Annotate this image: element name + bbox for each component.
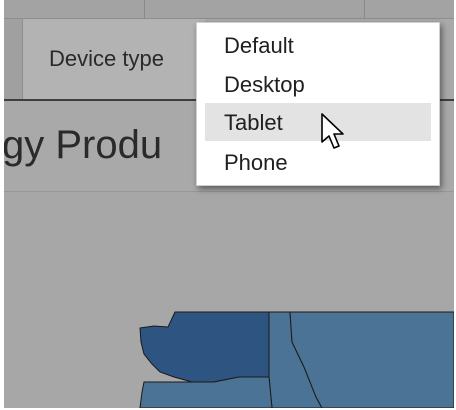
menu-item-label: Default: [224, 33, 294, 58]
toolbar-left-segment: [4, 19, 23, 99]
map-view[interactable]: [4, 192, 454, 408]
dashboard-canvas: [4, 192, 454, 408]
menu-item-tablet[interactable]: Tablet: [205, 103, 431, 141]
device-type-button[interactable]: Device type: [23, 19, 205, 99]
app-window: Device type gy Produ Default Desktop Tab…: [4, 0, 454, 408]
menu-item-label: Tablet: [224, 110, 283, 135]
toolbar-divider: [144, 0, 145, 18]
menu-item-label: Phone: [224, 150, 288, 175]
menu-item-label: Desktop: [224, 72, 305, 97]
map-region-washington: [139, 311, 270, 383]
mouse-pointer-icon: [321, 113, 344, 149]
device-type-label: Device type: [49, 46, 164, 71]
menu-item-phone[interactable]: Phone: [205, 143, 431, 181]
map-region-montana: [289, 311, 454, 408]
dashboard-title: gy Produ: [4, 123, 163, 167]
device-type-dropdown: Default Desktop Tablet Phone: [196, 22, 440, 186]
top-toolbar-strip: [4, 0, 454, 19]
map-region-oregon: [139, 376, 273, 408]
toolbar-divider: [364, 0, 365, 18]
menu-item-default[interactable]: Default: [205, 26, 431, 64]
menu-item-desktop[interactable]: Desktop: [205, 65, 431, 103]
